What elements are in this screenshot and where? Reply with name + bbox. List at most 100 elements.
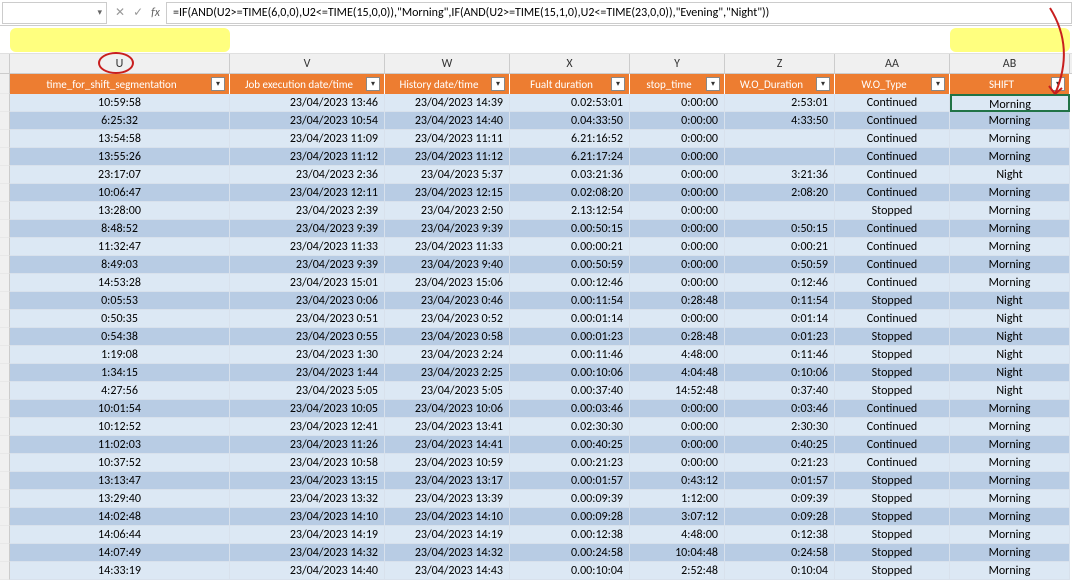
- cell[interactable]: 23/04/2023 14:19: [385, 526, 510, 544]
- row-header[interactable]: [0, 418, 10, 436]
- cell[interactable]: 14:02:48: [10, 508, 230, 526]
- cell[interactable]: Night: [950, 382, 1070, 400]
- cell[interactable]: 0:09:39: [725, 490, 835, 508]
- cell[interactable]: 23/04/2023 15:06: [385, 274, 510, 292]
- cell[interactable]: Stopped: [835, 328, 950, 346]
- cell[interactable]: 11:02:03: [10, 436, 230, 454]
- cell[interactable]: 10:06:47: [10, 184, 230, 202]
- row-header[interactable]: [0, 472, 10, 490]
- cell[interactable]: Stopped: [835, 508, 950, 526]
- filter-btn-v[interactable]: ▾: [366, 77, 380, 91]
- cell[interactable]: 23/04/2023 14:10: [385, 508, 510, 526]
- cell[interactable]: 23/04/2023 14:40: [385, 112, 510, 130]
- cell[interactable]: 23/04/2023 14:19: [230, 526, 385, 544]
- cell[interactable]: 10:04:48: [630, 544, 725, 562]
- cell[interactable]: 23/04/2023 14:43: [385, 562, 510, 580]
- cell[interactable]: 0.00:50:59: [510, 256, 630, 274]
- cell[interactable]: 0:00:00: [630, 112, 725, 130]
- row-header[interactable]: [0, 508, 10, 526]
- cell[interactable]: 0:50:15: [725, 220, 835, 238]
- cell[interactable]: 10:12:52: [10, 418, 230, 436]
- cell[interactable]: Continued: [835, 418, 950, 436]
- select-all-corner[interactable]: [0, 54, 10, 73]
- cell[interactable]: 23/04/2023 10:05: [230, 400, 385, 418]
- row-header[interactable]: [0, 436, 10, 454]
- cell[interactable]: 14:52:48: [630, 382, 725, 400]
- cell[interactable]: Continued: [835, 400, 950, 418]
- cell[interactable]: 2.13:12:54: [510, 202, 630, 220]
- cell[interactable]: Morning: [950, 112, 1070, 130]
- cell[interactable]: [725, 202, 835, 220]
- cell[interactable]: Night: [950, 166, 1070, 184]
- cell[interactable]: 23/04/2023 14:10: [230, 508, 385, 526]
- cell[interactable]: 23/04/2023 0:51: [230, 310, 385, 328]
- cell[interactable]: Morning: [950, 184, 1070, 202]
- cell[interactable]: 0.00:03:46: [510, 400, 630, 418]
- cell[interactable]: 23/04/2023 0:06: [230, 292, 385, 310]
- cell[interactable]: 0:28:48: [630, 328, 725, 346]
- row-header[interactable]: [0, 490, 10, 508]
- cell[interactable]: 0:00:00: [630, 400, 725, 418]
- cell[interactable]: 0.00:01:23: [510, 328, 630, 346]
- cell[interactable]: Continued: [835, 166, 950, 184]
- cell[interactable]: 14:07:49: [10, 544, 230, 562]
- row-header[interactable]: [0, 292, 10, 310]
- cell[interactable]: 23/04/2023 14:41: [385, 436, 510, 454]
- row-header[interactable]: [0, 454, 10, 472]
- cell[interactable]: 0.00:50:15: [510, 220, 630, 238]
- cell[interactable]: 6.21:17:24: [510, 148, 630, 166]
- cell[interactable]: 23/04/2023 2:36: [230, 166, 385, 184]
- row-header[interactable]: [0, 184, 10, 202]
- cell[interactable]: 0:00:21: [725, 238, 835, 256]
- cell[interactable]: 23/04/2023 1:44: [230, 364, 385, 382]
- col-header-z[interactable]: Z: [725, 54, 835, 73]
- cell[interactable]: Night: [950, 346, 1070, 364]
- cell[interactable]: 14:33:19: [10, 562, 230, 580]
- cell[interactable]: 11:32:47: [10, 238, 230, 256]
- cell[interactable]: Night: [950, 292, 1070, 310]
- cell[interactable]: 23/04/2023 11:12: [230, 148, 385, 166]
- cell[interactable]: 0.00:37:40: [510, 382, 630, 400]
- cell[interactable]: 23/04/2023 9:39: [230, 256, 385, 274]
- cell[interactable]: 10:01:54: [10, 400, 230, 418]
- cell[interactable]: 23/04/2023 10:06: [385, 400, 510, 418]
- cell[interactable]: Morning: [950, 148, 1070, 166]
- cell[interactable]: Continued: [835, 274, 950, 292]
- filter-btn-z[interactable]: ▾: [816, 77, 830, 91]
- cell[interactable]: 23/04/2023 9:39: [385, 220, 510, 238]
- filter-btn-u[interactable]: ▾: [211, 77, 225, 91]
- cell[interactable]: 0:00:00: [630, 148, 725, 166]
- cell[interactable]: 0.00:12:46: [510, 274, 630, 292]
- cell[interactable]: Stopped: [835, 526, 950, 544]
- cell[interactable]: 0:00:00: [630, 256, 725, 274]
- cell[interactable]: 0.02:30:30: [510, 418, 630, 436]
- cell[interactable]: 23/04/2023 5:05: [385, 382, 510, 400]
- cell[interactable]: Stopped: [835, 490, 950, 508]
- cell[interactable]: 3:21:36: [725, 166, 835, 184]
- row-header[interactable]: [0, 382, 10, 400]
- cell[interactable]: 23:17:07: [10, 166, 230, 184]
- row-header[interactable]: [0, 328, 10, 346]
- cell[interactable]: Continued: [835, 94, 950, 112]
- row-header[interactable]: [0, 148, 10, 166]
- cell[interactable]: Morning: [950, 202, 1070, 220]
- cell[interactable]: 0:00:00: [630, 220, 725, 238]
- cell[interactable]: 0:10:04: [725, 562, 835, 580]
- cell[interactable]: Stopped: [835, 562, 950, 580]
- cell[interactable]: 1:19:08: [10, 346, 230, 364]
- cell[interactable]: Stopped: [835, 292, 950, 310]
- fx-icon[interactable]: fx: [151, 6, 160, 20]
- cell[interactable]: 23/04/2023 0:46: [385, 292, 510, 310]
- row-header[interactable]: [0, 238, 10, 256]
- cell[interactable]: Continued: [835, 238, 950, 256]
- cell[interactable]: 10:37:52: [10, 454, 230, 472]
- cell[interactable]: Morning: [950, 130, 1070, 148]
- col-header-v[interactable]: V: [230, 54, 385, 73]
- cell[interactable]: 23/04/2023 14:32: [385, 544, 510, 562]
- row-header[interactable]: [0, 202, 10, 220]
- cell[interactable]: [725, 148, 835, 166]
- cell[interactable]: 14:06:44: [10, 526, 230, 544]
- cell[interactable]: 4:48:00: [630, 346, 725, 364]
- cell[interactable]: 23/04/2023 2:50: [385, 202, 510, 220]
- cell[interactable]: 0:09:28: [725, 508, 835, 526]
